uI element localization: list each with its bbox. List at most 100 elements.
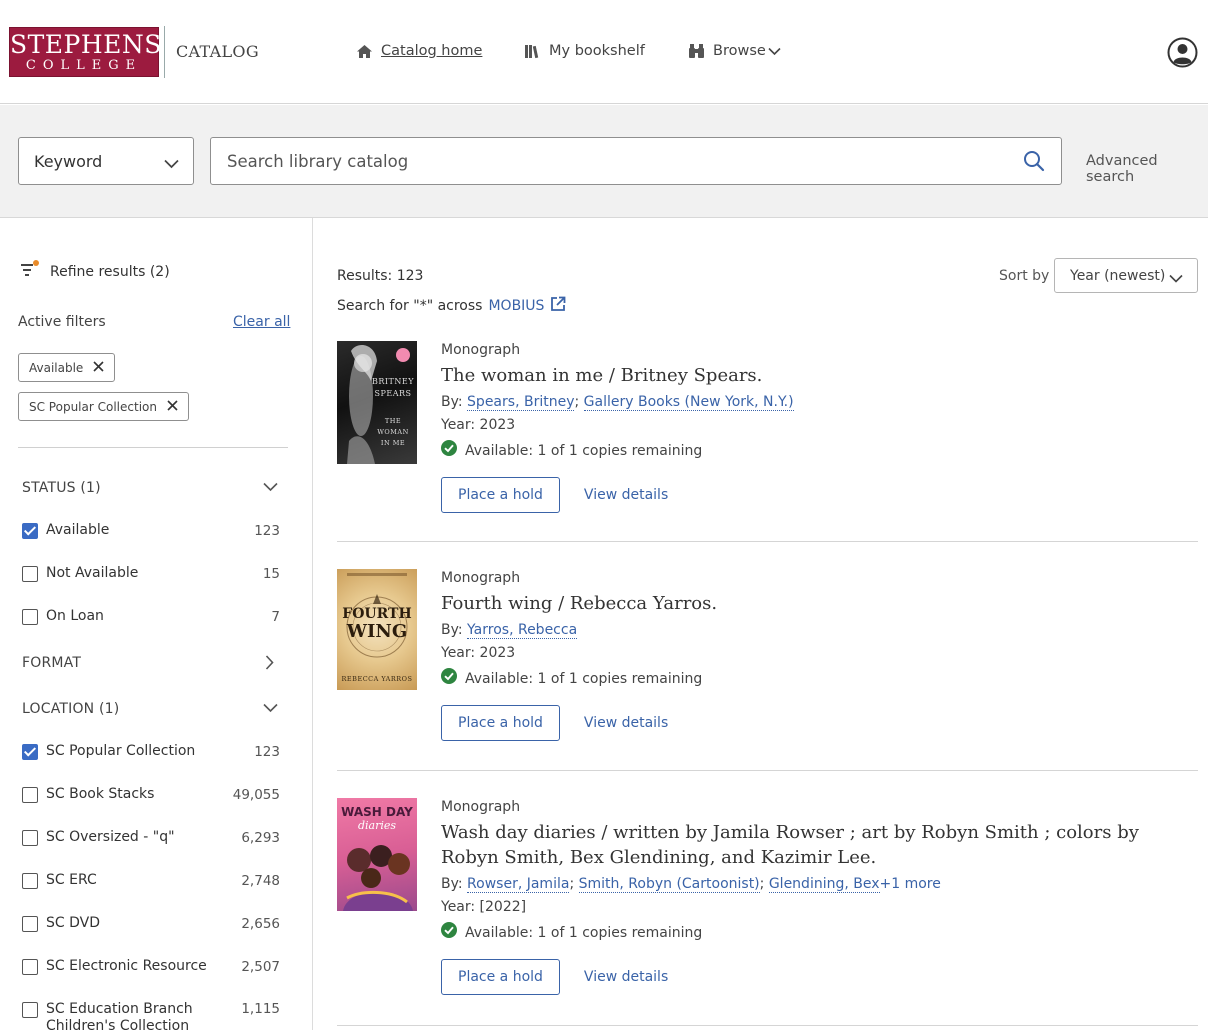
facet-option-on-loan[interactable]: On Loan 7 (22, 608, 280, 625)
result-year: Year: 2023 (441, 417, 516, 433)
cover-text: THE (384, 417, 402, 425)
check-circle-icon (441, 922, 457, 944)
logo-divider (164, 26, 165, 78)
facet-option-sc-electronic-resource[interactable]: SC Electronic Resource 2,507 (22, 958, 280, 975)
result-info: Monograph Wash day diaries / written by … (441, 798, 1181, 995)
author-link[interactable]: Glendining, Bex (768, 876, 880, 893)
facet-format-header[interactable]: FORMAT (22, 655, 280, 671)
author-link[interactable]: Rowser, Jamila (467, 876, 570, 893)
check-circle-icon (441, 668, 457, 690)
search-icon[interactable] (1023, 150, 1045, 176)
checkbox[interactable] (22, 829, 38, 846)
result-title[interactable]: Fourth wing / Rebecca Yarros. (441, 591, 1181, 616)
view-details-link[interactable]: View details (584, 715, 668, 731)
chevron-right-icon (265, 655, 274, 674)
facet-status-header[interactable]: STATUS (1) (22, 480, 280, 496)
view-details-link[interactable]: View details (584, 487, 668, 503)
facet-option-label: Available (46, 522, 110, 538)
result-item: FOURTH WING REBECCA YARROS Monograph Fou… (337, 569, 1198, 741)
facet-option-not-available[interactable]: Not Available 15 (22, 565, 280, 582)
search-band: Keyword Advanced search (0, 105, 1208, 218)
logo-line-1: STEPHENS (10, 30, 162, 59)
facet-option-label: SC ERC (46, 872, 97, 888)
facet-option-count: 1,115 (241, 1001, 280, 1017)
mobius-link[interactable]: MOBIUS (488, 298, 544, 314)
more-authors-link[interactable]: +1 more (880, 876, 941, 892)
result-item: WASH DAY diaries Monograph Wash day diar… (337, 798, 1198, 998)
result-actions: Place a hold View details (441, 959, 1181, 995)
nav-catalog-home[interactable]: Catalog home (356, 43, 482, 59)
facet-option-sc-education-branch[interactable]: SC Education Branch Children's Collectio… (22, 1001, 280, 1030)
facet-option-sc-erc[interactable]: SC ERC 2,748 (22, 872, 280, 889)
divider (18, 447, 288, 448)
nav-browse[interactable]: Browse (688, 43, 781, 59)
author-link[interactable]: Smith, Robyn (Cartoonist) (578, 876, 760, 893)
filter-icon (20, 260, 40, 284)
result-actions: Place a hold View details (441, 477, 1181, 513)
search-field (210, 137, 1062, 185)
clear-all-link[interactable]: Clear all (233, 314, 290, 330)
result-year: Year: 2023 (441, 645, 516, 661)
facet-option-sc-oversized[interactable]: SC Oversized - "q" 6,293 (22, 829, 280, 846)
sort-select[interactable]: Year (newest) (1054, 258, 1198, 293)
checkbox[interactable] (22, 872, 38, 889)
home-icon (356, 44, 373, 59)
book-cover-image[interactable]: FOURTH WING REBECCA YARROS (337, 569, 417, 690)
checkbox[interactable] (22, 915, 38, 932)
result-title[interactable]: The woman in me / Britney Spears. (441, 363, 1181, 388)
search-input[interactable] (211, 138, 991, 184)
facet-option-count: 2,507 (241, 958, 280, 975)
place-hold-button[interactable]: Place a hold (441, 477, 560, 513)
facet-option-sc-book-stacks[interactable]: SC Book Stacks 49,055 (22, 786, 280, 803)
filter-chip-available[interactable]: Available (18, 353, 116, 382)
user-account-icon[interactable] (1167, 37, 1198, 72)
facet-option-label: Not Available (46, 565, 139, 581)
facet-option-label: On Loan (46, 608, 104, 624)
facet-option-count: 2,656 (241, 915, 280, 932)
author-link[interactable]: Gallery Books (New York, N.Y.) (583, 394, 794, 411)
checkbox[interactable] (22, 608, 38, 625)
facet-location-header[interactable]: LOCATION (1) (22, 701, 280, 717)
checkbox[interactable] (22, 743, 38, 760)
facet-option-available[interactable]: Available 123 (22, 522, 280, 539)
place-hold-button[interactable]: Place a hold (441, 705, 560, 741)
refine-results-toggle[interactable]: Refine results (2) (20, 260, 170, 284)
advanced-search-link[interactable]: Advanced search (1086, 153, 1208, 185)
checkbox[interactable] (22, 786, 38, 803)
result-title[interactable]: Wash day diaries / written by Jamila Row… (441, 820, 1181, 870)
facet-option-sc-dvd[interactable]: SC DVD 2,656 (22, 915, 280, 932)
author-link[interactable]: Spears, Britney (467, 394, 575, 411)
book-cover-image[interactable]: WASH DAY diaries (337, 798, 417, 911)
search-scope-value: Keyword (34, 151, 103, 171)
nav-my-bookshelf[interactable]: My bookshelf (524, 43, 645, 59)
checkbox[interactable] (22, 1002, 38, 1018)
checkbox[interactable] (22, 522, 38, 539)
by-label: By: (441, 622, 463, 638)
nav-my-bookshelf-label: My bookshelf (549, 43, 645, 59)
close-icon[interactable] (93, 360, 104, 375)
book-cover-image[interactable]: BRITNEY SPEARS THE WOMAN IN ME (337, 341, 417, 464)
cover-text: diaries (357, 819, 397, 832)
author-link[interactable]: Yarros, Rebecca (467, 622, 578, 639)
view-details-link[interactable]: View details (584, 969, 668, 985)
result-info: Monograph The woman in me / Britney Spea… (441, 341, 1181, 513)
result-item: BRITNEY SPEARS THE WOMAN IN ME Monograph… (337, 341, 1198, 513)
search-across-text: Search for "*" across (337, 298, 483, 314)
checkbox[interactable] (22, 565, 38, 582)
logo-line-2: COLLEGE (25, 58, 143, 73)
facet-option-count: 49,055 (232, 786, 280, 803)
external-link-icon[interactable] (550, 296, 566, 316)
search-scope-select[interactable]: Keyword (18, 137, 194, 185)
place-hold-button[interactable]: Place a hold (441, 959, 560, 995)
availability-text: Available: 1 of 1 copies remaining (465, 925, 703, 941)
facet-option-sc-popular-collection[interactable]: SC Popular Collection 123 (22, 743, 280, 760)
result-authors: By: Spears, Britney; Gallery Books (New … (441, 394, 794, 411)
search-across-line: Search for "*" across MOBIUS (337, 296, 566, 316)
result-authors: By: Yarros, Rebecca (441, 620, 1181, 640)
close-icon[interactable] (167, 399, 178, 414)
by-label: By: (441, 394, 463, 410)
filter-chip-sc-popular-collection[interactable]: SC Popular Collection (18, 392, 189, 421)
result-divider (337, 541, 1198, 542)
checkbox[interactable] (22, 958, 38, 975)
stephens-college-logo[interactable]: STEPHENS COLLEGE (9, 27, 162, 77)
